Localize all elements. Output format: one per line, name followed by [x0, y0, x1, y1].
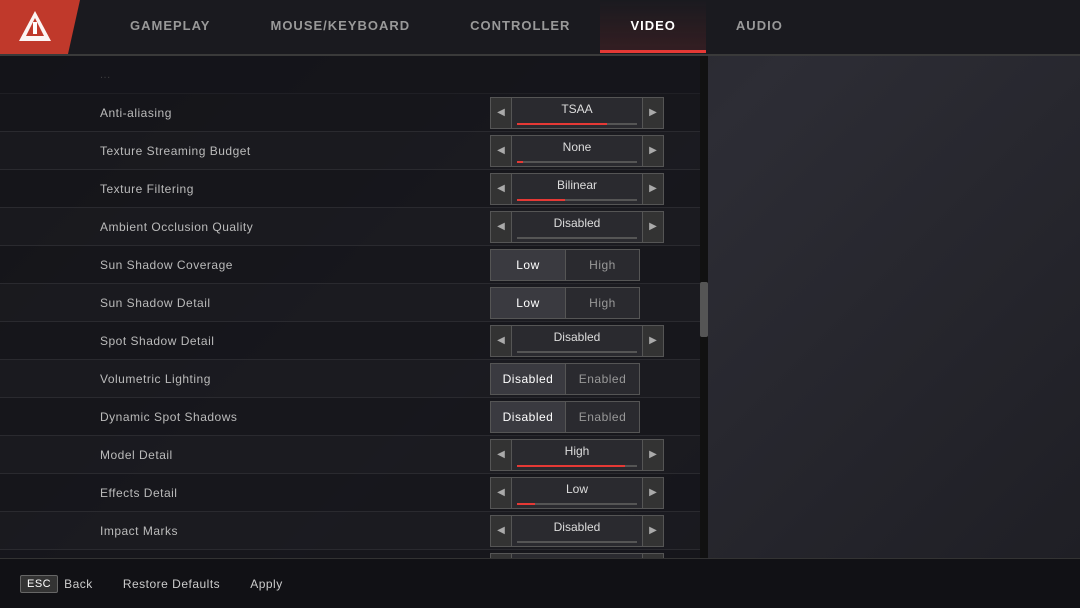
setting-row-spot-shadow-detail: Spot Shadow Detail ◀ Disabled ▶ — [0, 322, 700, 360]
effects-detail-prev-btn[interactable]: ◀ — [490, 477, 512, 509]
fade-top-row: ... — [0, 56, 700, 94]
setting-row-anti-aliasing: Anti-aliasing ◀ TSAA ▶ — [0, 94, 700, 132]
model-detail-prev-btn[interactable]: ◀ — [490, 439, 512, 471]
anti-aliasing-prev-btn[interactable]: ◀ — [490, 97, 512, 129]
setting-row-effects-detail: Effects Detail ◀ Low ▶ — [0, 474, 700, 512]
tab-mouse-keyboard[interactable]: MOUSE/KEYBOARD — [240, 0, 440, 54]
sun-shadow-detail-high-btn[interactable]: High — [565, 287, 640, 319]
dynamic-spot-disabled-btn[interactable]: Disabled — [490, 401, 565, 433]
texture-streaming-control: ◀ None ▶ — [490, 135, 690, 167]
impact-marks-value-box: Disabled — [512, 515, 642, 547]
ambient-occlusion-value-box: Disabled — [512, 211, 642, 243]
model-detail-value-box: High — [512, 439, 642, 471]
dynamic-spot-shadows-control: Disabled Enabled — [490, 401, 690, 433]
sun-shadow-detail-control: Low High — [490, 287, 690, 319]
setting-row-sun-shadow-detail: Sun Shadow Detail Low High — [0, 284, 700, 322]
tab-controller[interactable]: CONTROLLER — [440, 0, 600, 54]
back-button[interactable]: ESC Back — [20, 575, 93, 593]
anti-aliasing-next-btn[interactable]: ▶ — [642, 97, 664, 129]
setting-row-dynamic-spot-shadows: Dynamic Spot Shadows Disabled Enabled — [0, 398, 700, 436]
tab-video[interactable]: VIDEO — [600, 0, 705, 54]
nav-tabs-container: GAMEPLAY MOUSE/KEYBOARD CONTROLLER VIDEO… — [80, 0, 1080, 54]
model-detail-next-btn[interactable]: ▶ — [642, 439, 664, 471]
tab-audio[interactable]: AUDIO — [706, 0, 813, 54]
texture-filtering-bar-fill — [517, 199, 565, 201]
texture-filtering-control: ◀ Bilinear ▶ — [490, 173, 690, 205]
texture-filtering-value-box: Bilinear — [512, 173, 642, 205]
scrollbar-thumb[interactable] — [700, 282, 708, 337]
texture-streaming-next-btn[interactable]: ▶ — [642, 135, 664, 167]
apply-button[interactable]: Apply — [250, 577, 283, 591]
setting-row-sun-shadow-coverage: Sun Shadow Coverage Low High — [0, 246, 700, 284]
settings-panel: ... Anti-aliasing ◀ TSAA ▶ Texture Strea… — [0, 56, 700, 558]
model-detail-bar-fill — [517, 465, 625, 467]
spot-shadow-next-btn[interactable]: ▶ — [642, 325, 664, 357]
texture-filtering-next-btn[interactable]: ▶ — [642, 173, 664, 205]
spot-shadow-prev-btn[interactable]: ◀ — [490, 325, 512, 357]
texture-filtering-bar — [517, 199, 637, 201]
ambient-occlusion-control: ◀ Disabled ▶ — [490, 211, 690, 243]
anti-aliasing-value-box: TSAA — [512, 97, 642, 129]
main-content: ... Anti-aliasing ◀ TSAA ▶ Texture Strea… — [0, 56, 1080, 558]
sun-shadow-coverage-high-btn[interactable]: High — [565, 249, 640, 281]
volumetric-lighting-control: Disabled Enabled — [490, 363, 690, 395]
ambient-occlusion-bar — [517, 237, 637, 239]
sun-shadow-coverage-low-btn[interactable]: Low — [490, 249, 565, 281]
effects-detail-next-btn[interactable]: ▶ — [642, 477, 664, 509]
logo-area — [0, 0, 80, 54]
setting-row-ragdolls: Ragdolls ◀ Low ▶ — [0, 550, 700, 558]
bottom-bar: ESC Back Restore Defaults Apply — [0, 558, 1080, 608]
apex-logo-icon — [16, 8, 54, 46]
effects-detail-bar-fill — [517, 503, 535, 505]
model-detail-bar — [517, 465, 637, 467]
texture-streaming-value-box: None — [512, 135, 642, 167]
texture-streaming-prev-btn[interactable]: ◀ — [490, 135, 512, 167]
scrollbar[interactable] — [700, 56, 708, 558]
effects-detail-control: ◀ Low ▶ — [490, 477, 690, 509]
impact-marks-prev-btn[interactable]: ◀ — [490, 515, 512, 547]
spot-shadow-bar — [517, 351, 637, 353]
setting-row-texture-streaming: Texture Streaming Budget ◀ None ▶ — [0, 132, 700, 170]
texture-streaming-bar — [517, 161, 637, 163]
setting-row-model-detail: Model Detail ◀ High ▶ — [0, 436, 700, 474]
right-panel — [708, 56, 1080, 558]
spot-shadow-value-box: Disabled — [512, 325, 642, 357]
texture-streaming-bar-fill — [517, 161, 523, 163]
anti-aliasing-bar-fill — [517, 123, 607, 125]
tab-gameplay[interactable]: GAMEPLAY — [100, 0, 240, 54]
effects-detail-value-box: Low — [512, 477, 642, 509]
model-detail-control: ◀ High ▶ — [490, 439, 690, 471]
top-navigation: GAMEPLAY MOUSE/KEYBOARD CONTROLLER VIDEO… — [0, 0, 1080, 56]
effects-detail-bar — [517, 503, 637, 505]
setting-row-impact-marks: Impact Marks ◀ Disabled ▶ — [0, 512, 700, 550]
restore-defaults-button[interactable]: Restore Defaults — [123, 577, 220, 591]
sun-shadow-detail-low-btn[interactable]: Low — [490, 287, 565, 319]
sun-shadow-coverage-control: Low High — [490, 249, 690, 281]
anti-aliasing-bar — [517, 123, 637, 125]
texture-filtering-prev-btn[interactable]: ◀ — [490, 173, 512, 205]
dynamic-spot-enabled-btn[interactable]: Enabled — [565, 401, 640, 433]
setting-row-texture-filtering: Texture Filtering ◀ Bilinear ▶ — [0, 170, 700, 208]
volumetric-lighting-disabled-btn[interactable]: Disabled — [490, 363, 565, 395]
setting-row-ambient-occlusion: Ambient Occlusion Quality ◀ Disabled ▶ — [0, 208, 700, 246]
impact-marks-bar — [517, 541, 637, 543]
spot-shadow-detail-control: ◀ Disabled ▶ — [490, 325, 690, 357]
setting-row-volumetric-lighting: Volumetric Lighting Disabled Enabled — [0, 360, 700, 398]
ambient-occlusion-prev-btn[interactable]: ◀ — [490, 211, 512, 243]
volumetric-lighting-enabled-btn[interactable]: Enabled — [565, 363, 640, 395]
anti-aliasing-control: ◀ TSAA ▶ — [490, 97, 690, 129]
impact-marks-control: ◀ Disabled ▶ — [490, 515, 690, 547]
ambient-occlusion-next-btn[interactable]: ▶ — [642, 211, 664, 243]
impact-marks-next-btn[interactable]: ▶ — [642, 515, 664, 547]
